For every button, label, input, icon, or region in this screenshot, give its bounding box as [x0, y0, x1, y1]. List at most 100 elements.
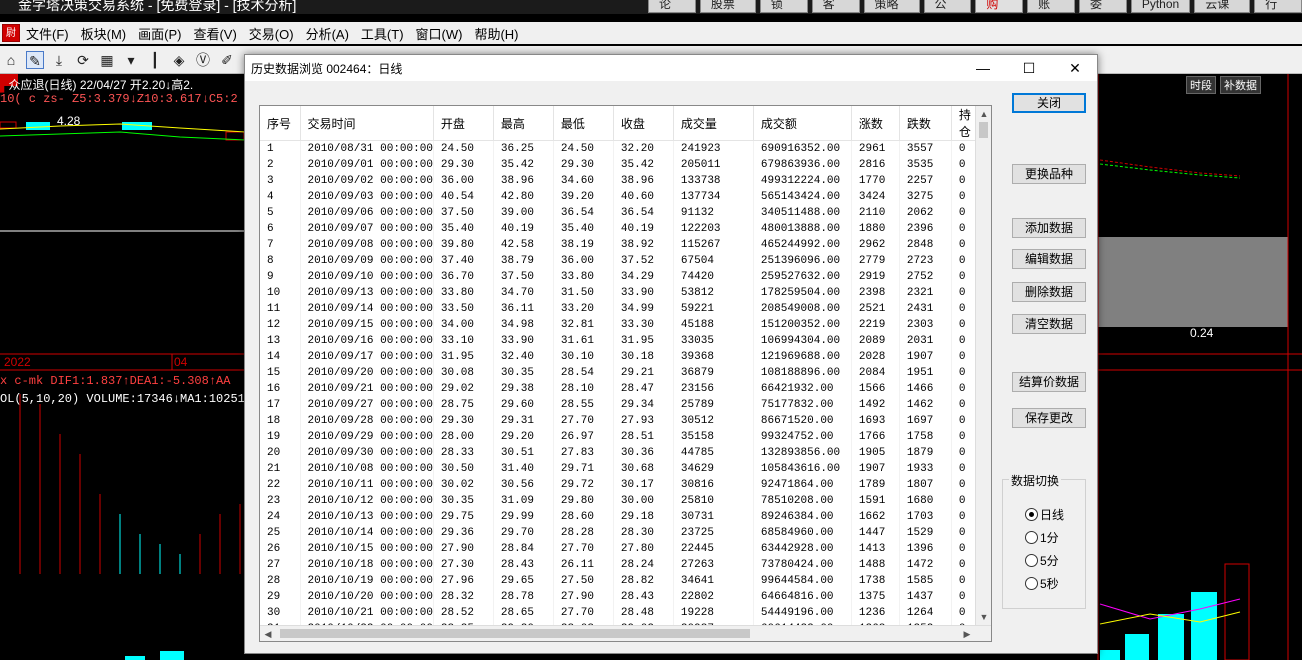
column-header[interactable]: 交易时间: [300, 106, 434, 141]
save-changes-button[interactable]: 保存更改: [1012, 408, 1086, 428]
table-row[interactable]: 28 2010/10/19 00:00:00 27.96 29.65 27.50 28.8…: [260, 572, 982, 589]
table-row[interactable]: 5 2010/09/06 00:00:00 37.50 39.00 36.54 36.54…: [260, 204, 982, 221]
table-row[interactable]: 24 2010/10/13 00:00:00 29.75 29.99 28.60 29.1…: [260, 508, 982, 525]
top-button[interactable]: 行 情: [1254, 0, 1302, 13]
ruler-icon[interactable]: ✎: [26, 50, 44, 69]
table-row[interactable]: 16 2010/09/21 00:00:00 29.02 29.38 28.10 28.4…: [260, 380, 982, 397]
column-header[interactable]: 成交量: [673, 106, 754, 141]
scroll-thumb[interactable]: [979, 122, 988, 138]
settlement-data-button[interactable]: 结算价数据: [1012, 372, 1086, 392]
table-row[interactable]: 1 2010/08/31 00:00:00 24.50 36.25 24.50 32.20…: [260, 140, 982, 157]
data-switch-radio[interactable]: 5秒: [1025, 575, 1059, 592]
radio-dot-icon[interactable]: [1025, 577, 1038, 590]
top-button[interactable]: 股票池: [699, 0, 756, 13]
candle-icon[interactable]: ┃: [146, 51, 164, 69]
minimize-icon[interactable]: —: [961, 57, 1005, 79]
table-row[interactable]: 13 2010/09/16 00:00:00 33.10 33.90 31.61 31.9…: [260, 332, 982, 349]
chart-tab[interactable]: 补数据: [1220, 76, 1261, 94]
table-row[interactable]: 25 2010/10/14 00:00:00 29.36 29.70 28.28 28.3…: [260, 524, 982, 541]
menu-item[interactable]: 帮助(H): [468, 24, 524, 43]
top-button[interactable]: 云课堂: [1194, 0, 1251, 13]
top-button[interactable]: 公 式: [923, 0, 972, 13]
table-row[interactable]: 29 2010/10/20 00:00:00 28.32 28.78 27.90 28.4…: [260, 588, 982, 605]
table-row[interactable]: 20 2010/09/30 00:00:00 28.33 30.51 27.83 30.3…: [260, 444, 982, 461]
top-button[interactable]: 账 户: [1027, 0, 1075, 13]
grid-icon[interactable]: ▦: [98, 51, 116, 69]
scroll-left-icon[interactable]: ◀: [260, 626, 276, 642]
column-header[interactable]: 涨数: [851, 106, 900, 141]
menu-item[interactable]: 工具(T): [355, 24, 410, 43]
menu-item[interactable]: 交易(O): [243, 24, 300, 43]
dropdown-icon[interactable]: ▾: [122, 51, 140, 69]
table-row[interactable]: 11 2010/09/14 00:00:00 33.50 36.11 33.20 34.9…: [260, 300, 982, 317]
table-row[interactable]: 30 2010/10/21 00:00:00 28.52 28.65 27.70 28.4…: [260, 604, 982, 621]
table-row[interactable]: 3 2010/09/02 00:00:00 36.00 38.96 34.60 38.96…: [260, 172, 982, 189]
data-switch-radio[interactable]: 5分: [1025, 552, 1059, 569]
top-button[interactable]: 锁 定: [759, 0, 808, 13]
table-row[interactable]: 21 2010/10/08 00:00:00 30.50 31.40 29.71 30.6…: [260, 460, 982, 477]
refresh-icon[interactable]: ⟳: [74, 51, 92, 69]
menu-item[interactable]: 窗口(W): [410, 24, 469, 43]
diamond-icon[interactable]: ◈: [170, 51, 188, 69]
clear-data-button[interactable]: 清空数据: [1012, 314, 1086, 334]
home-icon[interactable]: ⌂: [2, 51, 20, 69]
table-row[interactable]: 17 2010/09/27 00:00:00 28.75 29.60 28.55 29.3…: [260, 396, 982, 413]
table-row[interactable]: 26 2010/10/15 00:00:00 27.90 28.84 27.70 27.8…: [260, 540, 982, 557]
scroll-down-icon[interactable]: ▼: [976, 609, 992, 625]
column-header[interactable]: 最低: [553, 106, 614, 141]
radio-dot-icon[interactable]: [1025, 531, 1038, 544]
delete-data-button[interactable]: 删除数据: [1012, 282, 1086, 302]
top-button[interactable]: 策略库: [863, 0, 920, 13]
table-row[interactable]: 15 2010/09/20 00:00:00 30.08 30.35 28.54 29.2…: [260, 364, 982, 381]
data-grid[interactable]: 序号 交易时间 开盘 最高 最低 收盘 成交量 成交额 涨数 跌数 持仓 1 2010/08/31 0…: [259, 105, 992, 642]
table-row[interactable]: 27 2010/10/18 00:00:00 27.30 28.43 26.11 28.2…: [260, 556, 982, 573]
close-icon[interactable]: ✕: [1053, 57, 1097, 79]
table-row[interactable]: 23 2010/10/12 00:00:00 30.35 31.09 29.80 30.0…: [260, 492, 982, 509]
top-button[interactable]: 客 服: [811, 0, 860, 13]
edit-icon[interactable]: ✐: [218, 51, 236, 69]
table-row[interactable]: 7 2010/09/08 00:00:00 39.80 42.58 38.19 38.92…: [260, 236, 982, 253]
data-switch-radio[interactable]: 1分: [1025, 529, 1059, 546]
table-row[interactable]: 18 2010/09/28 00:00:00 29.30 29.31 27.70 27.9…: [260, 412, 982, 429]
column-header[interactable]: 开盘: [433, 106, 494, 141]
edit-data-button[interactable]: 编辑数据: [1012, 249, 1086, 269]
table-row[interactable]: 22 2010/10/11 00:00:00 30.02 30.56 29.72 30.1…: [260, 476, 982, 493]
table-row[interactable]: 10 2010/09/13 00:00:00 33.80 34.70 31.50 33.9…: [260, 284, 982, 301]
menu-item[interactable]: 画面(P): [132, 24, 187, 43]
chart-tab[interactable]: 时段: [1186, 76, 1216, 94]
formula-icon[interactable]: Ⓥ: [194, 51, 212, 69]
table-row[interactable]: 8 2010/09/09 00:00:00 37.40 38.79 36.00 37.52…: [260, 252, 982, 269]
column-header[interactable]: 最高: [493, 106, 554, 141]
horizontal-scrollbar[interactable]: ◀ ▶: [260, 625, 991, 641]
table-row[interactable]: 9 2010/09/10 00:00:00 36.70 37.50 33.80 34.29…: [260, 268, 982, 285]
top-button[interactable]: 委 托: [1079, 0, 1127, 13]
top-button[interactable]: Python: [1130, 0, 1191, 13]
maximize-icon[interactable]: ☐: [1007, 57, 1051, 79]
scroll-thumb[interactable]: [280, 629, 750, 638]
column-header[interactable]: 收盘: [613, 106, 674, 141]
top-button[interactable]: 购 买: [975, 0, 1024, 13]
table-row[interactable]: 2 2010/09/01 00:00:00 29.30 35.42 29.30 35.42…: [260, 156, 982, 173]
scroll-right-icon[interactable]: ▶: [959, 626, 975, 642]
radio-dot-icon[interactable]: [1025, 554, 1038, 567]
table-row[interactable]: 4 2010/09/03 00:00:00 40.54 42.80 39.20 40.60…: [260, 188, 982, 205]
table-row[interactable]: 12 2010/09/15 00:00:00 34.00 34.98 32.81 33.3…: [260, 316, 982, 333]
scroll-up-icon[interactable]: ▲: [976, 106, 992, 122]
column-header[interactable]: 成交额: [753, 106, 852, 141]
column-header[interactable]: 序号: [260, 106, 301, 141]
menu-item[interactable]: 板块(M): [75, 24, 133, 43]
add-data-button[interactable]: 添加数据: [1012, 218, 1086, 238]
table-row[interactable]: 14 2010/09/17 00:00:00 31.95 32.40 30.10 30.1…: [260, 348, 982, 365]
top-button[interactable]: 论 坛: [648, 0, 696, 13]
table-row[interactable]: 19 2010/09/29 00:00:00 28.00 29.20 26.97 28.5…: [260, 428, 982, 445]
close-button[interactable]: 关闭: [1012, 93, 1086, 113]
column-header[interactable]: 跌数: [899, 106, 952, 141]
download-icon[interactable]: ⤓: [50, 51, 68, 69]
table-row[interactable]: 6 2010/09/07 00:00:00 35.40 40.19 35.40 40.19…: [260, 220, 982, 237]
menu-item[interactable]: 分析(A): [300, 24, 355, 43]
menu-item[interactable]: 文件(F): [20, 24, 75, 43]
menu-item[interactable]: 查看(V): [187, 24, 242, 43]
change-symbol-button[interactable]: 更换品种: [1012, 164, 1086, 184]
data-switch-radio[interactable]: 日线: [1025, 506, 1064, 523]
radio-dot-icon[interactable]: [1025, 508, 1038, 521]
